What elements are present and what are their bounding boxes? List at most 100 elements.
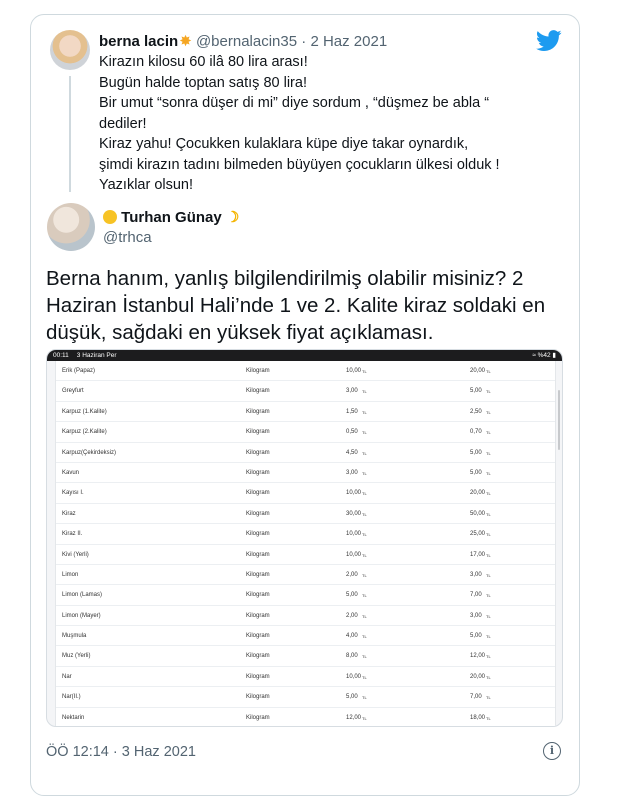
unit-cell: Kilogram (246, 694, 270, 701)
currency-label: TL (486, 613, 491, 619)
product-name: Nar (62, 673, 72, 680)
min-price: 10,00 (346, 673, 362, 680)
product-name: Muşmula (62, 633, 87, 640)
currency-label: TL (486, 552, 491, 558)
max-price: 5,00 (470, 633, 482, 640)
verified-badge-icon: ✸ (179, 33, 192, 50)
status-time: 00:11 (53, 352, 69, 359)
product-name: Kiraz II. (62, 531, 83, 538)
quoted-tweet-line: Kiraz yahu! Çocukken kulaklara küpe diye… (99, 136, 500, 193)
author-name[interactable]: Turhan Günay (121, 209, 222, 226)
currency-label: TL (362, 532, 367, 538)
max-price: 50,00 (470, 510, 486, 517)
price-row: Karpuz (2.Kalite) Kilogram 0,50 TL 0,70 TL (56, 422, 555, 443)
author-handle[interactable]: @trhca (103, 229, 152, 246)
info-icon[interactable]: i (543, 742, 561, 760)
currency-label: TL (486, 634, 491, 640)
tweet-text: Berna hanım, yanlış bilgilendirilmiş ola… (46, 267, 546, 344)
currency-label: TL (362, 654, 367, 660)
min-price: 3,00 (346, 469, 358, 476)
quoted-tweet-text: Kirazın kilosu 60 ilâ 80 lira arası! Bug… (99, 52, 539, 196)
quoted-user-handle[interactable]: @bernalacin35 (196, 33, 297, 50)
screenshot-scrollbar (558, 390, 560, 450)
tweet-date[interactable]: 3 Haz 2021 (122, 744, 196, 760)
author-avatar[interactable] (47, 203, 95, 251)
currency-label: TL (362, 389, 367, 395)
quoted-user-name[interactable]: berna lacin (99, 33, 178, 50)
price-table: Erik (Papaz) Kilogram 10,00 TL 20,00 TL Greyfu… (55, 361, 556, 726)
min-price: 3,00 (346, 388, 358, 395)
unit-cell: Kilogram (246, 429, 270, 436)
min-price: 10,00 (346, 490, 362, 497)
unit-cell: Kilogram (246, 571, 270, 578)
price-row: Muz (Yerli) Kilogram 8,00 TL 12,00 TL (56, 646, 555, 667)
unit-cell: Kilogram (246, 469, 270, 476)
tweet-timestamp[interactable]: ÖÖ 12:14 · 3 Haz 2021 (46, 744, 196, 760)
currency-label: TL (486, 654, 491, 660)
currency-label: TL (486, 450, 491, 456)
unit-cell: Kilogram (246, 388, 270, 395)
product-name: Nar(II.) (62, 694, 81, 701)
currency-label: TL (362, 430, 367, 436)
currency-label: TL (362, 715, 367, 721)
currency-label: TL (362, 634, 367, 640)
quoted-tweet-date[interactable]: 2 Haz 2021 (310, 33, 387, 50)
currency-label: TL (486, 409, 491, 415)
max-price: 20,00 (470, 490, 486, 497)
currency-label: TL (486, 572, 491, 578)
moon-emoji-icon: ☽ (225, 209, 240, 226)
unit-cell: Kilogram (246, 673, 270, 680)
separator-dot: · (112, 744, 118, 760)
currency-label: TL (486, 430, 491, 436)
price-row: Limon (Lamas) Kilogram 5,00 TL 7,00 TL (56, 585, 555, 606)
min-price: 0,50 (346, 429, 358, 436)
unit-cell: Kilogram (246, 653, 270, 660)
quoted-tweet-line: Bugün halde toptan satış 80 lira! (99, 74, 307, 91)
thread-connector-line (69, 76, 71, 192)
product-name: Kivi (Yerli) (62, 551, 89, 558)
unit-cell: Kilogram (246, 592, 270, 599)
twitter-bird-icon[interactable] (536, 30, 562, 52)
currency-label: TL (362, 572, 367, 578)
currency-label: TL (486, 695, 491, 701)
currency-label: TL (486, 470, 491, 476)
max-price: 12,00 (470, 653, 486, 660)
max-price: 5,00 (470, 388, 482, 395)
max-price: 20,00 (470, 673, 486, 680)
min-price: 10,00 (346, 531, 362, 538)
separator-dot: · (301, 33, 307, 50)
author-name-row[interactable]: Turhan Günay ☽ (103, 208, 239, 226)
currency-label: TL (362, 450, 367, 456)
price-row: Kayısı I. Kilogram 10,00 TL 20,00 TL (56, 483, 555, 504)
status-date: 3 Haziran Per (76, 352, 117, 359)
price-row: Kiraz II. Kilogram 10,00 TL 25,00 TL (56, 524, 555, 545)
currency-label: TL (486, 593, 491, 599)
product-name: Kavun (62, 469, 80, 476)
price-row: Nar(II.) Kilogram 5,00 TL 7,00 TL (56, 687, 555, 708)
quoted-user-avatar[interactable] (50, 30, 90, 70)
currency-label: TL (362, 470, 367, 476)
price-row: Kivi (Yerli) Kilogram 10,00 TL 17,00 TL (56, 545, 555, 565)
currency-label: TL (486, 532, 491, 538)
phone-status-bar: 00:11 3 Haziran Per ≈ %42 ▮ (47, 350, 562, 361)
unit-cell: Kilogram (246, 633, 270, 640)
max-price: 5,00 (470, 449, 482, 456)
attached-screenshot[interactable]: 00:11 3 Haziran Per ≈ %42 ▮ Erik (Papaz)… (46, 349, 563, 727)
price-row: Kiraz Kilogram 30,00 TL 50,00 TL (56, 504, 555, 525)
max-price: 7,00 (470, 694, 482, 701)
quoted-tweet-line: Bir umut “sonra düşer di mi” diye sordum… (99, 95, 490, 132)
tweet-time[interactable]: ÖÖ 12:14 (46, 744, 109, 760)
quoted-tweet-header: berna lacin✸ @bernalacin35 · 2 Haz 2021 (99, 32, 387, 50)
max-price: 0,70 (470, 429, 482, 436)
price-row: Erik (Papaz) Kilogram 10,00 TL 20,00 TL (56, 361, 555, 382)
price-row: Karpuz (1.Kalite) Kilogram 1,50 TL 2,50 TL (56, 402, 555, 423)
max-price: 20,00 (470, 368, 486, 374)
min-price: 1,50 (346, 408, 358, 415)
max-price: 7,00 (470, 592, 482, 599)
price-row: Nar Kilogram 10,00 TL 20,00 TL (56, 667, 555, 688)
min-price: 2,00 (346, 571, 358, 578)
product-name: Limon (Lamas) (62, 592, 103, 599)
min-price: 4,00 (346, 633, 358, 640)
min-price: 10,00 (346, 368, 362, 374)
max-price: 3,00 (470, 571, 482, 578)
